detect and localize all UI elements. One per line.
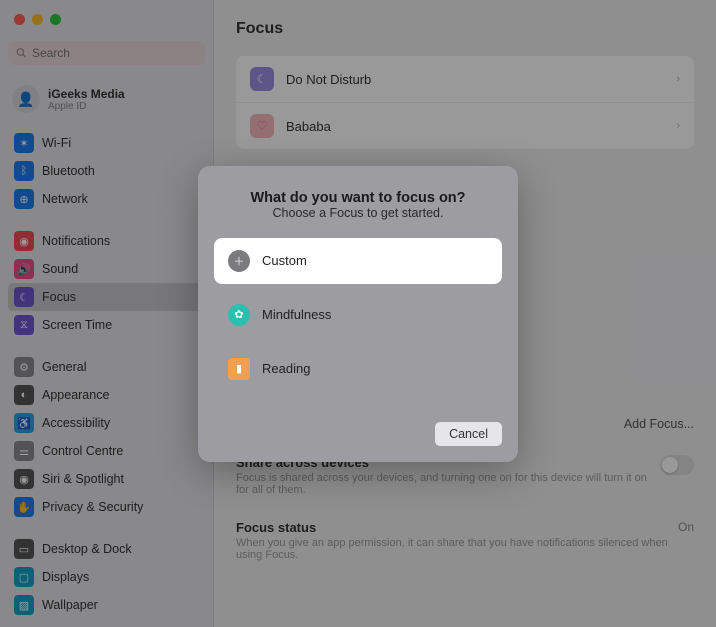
modal-overlay: What do you want to focus on? Choose a F… [0, 0, 716, 627]
cancel-button[interactable]: Cancel [435, 422, 502, 446]
option-custom[interactable]: ＋ Custom [214, 238, 502, 284]
book-icon: ▮ [228, 358, 250, 380]
plus-icon: ＋ [228, 250, 250, 272]
option-label: Mindfulness [262, 307, 331, 322]
modal-title: What do you want to focus on? [214, 190, 502, 206]
option-label: Reading [262, 361, 310, 376]
option-mindfulness[interactable]: ✿ Mindfulness [214, 292, 502, 338]
flower-icon: ✿ [228, 304, 250, 326]
modal-subtitle: Choose a Focus to get started. [214, 206, 502, 220]
option-label: Custom [262, 253, 307, 268]
option-reading[interactable]: ▮ Reading [214, 346, 502, 392]
focus-picker-modal: What do you want to focus on? Choose a F… [198, 166, 518, 462]
